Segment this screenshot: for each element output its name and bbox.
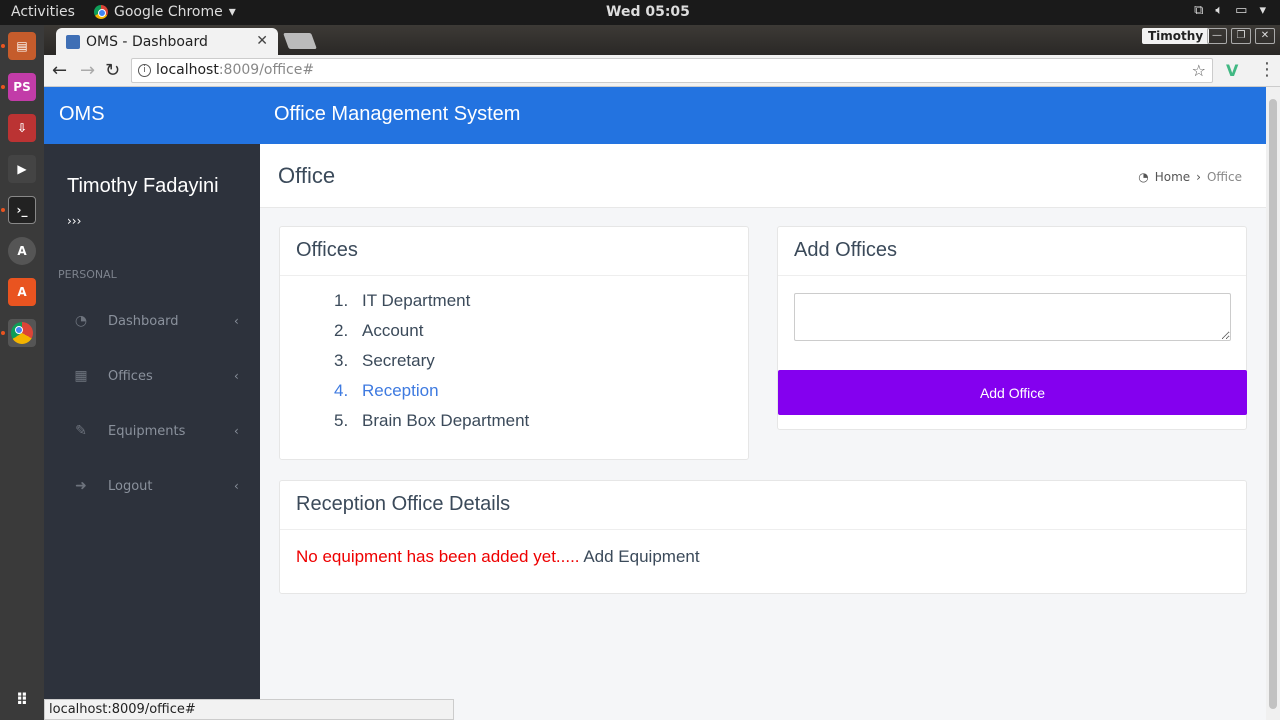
breadcrumb-home[interactable]: Home: [1155, 170, 1190, 184]
tab-strip: OMS - Dashboard ✕ Timothy — ❐ ✕: [44, 25, 1280, 55]
user-more-toggle[interactable]: ›››: [67, 214, 81, 228]
network-icon: ⧉: [1194, 3, 1204, 18]
scrollbar-thumb[interactable]: [1269, 99, 1277, 709]
activities-button[interactable]: Activities: [11, 4, 75, 20]
show-apps-icon[interactable]: ⠿: [8, 685, 36, 713]
dashboard-icon: ◔: [1138, 170, 1149, 184]
launcher-dock: ▤ PS ⇩ ▶ ›_ A A ⠿: [0, 25, 44, 720]
app-menu[interactable]: Google Chrome ▾: [94, 4, 236, 20]
sidebar: Timothy Fadayini ››› PERSONAL ◔ Dashboar…: [44, 144, 260, 720]
volume-icon: 🔈︎: [1215, 3, 1224, 18]
back-button[interactable]: ←: [52, 60, 67, 81]
profile-button[interactable]: Timothy: [1142, 28, 1210, 44]
sidebar-item-label: Dashboard: [108, 313, 179, 329]
tab-title: OMS - Dashboard: [86, 33, 208, 50]
add-offices-card-title: Add Offices: [778, 227, 1246, 276]
offices-card: Offices 1. IT Department 2. Account 3. Secr…: [279, 226, 749, 460]
tab-oms-dashboard[interactable]: OMS - Dashboard ✕: [56, 28, 278, 55]
minimize-button[interactable]: —: [1207, 28, 1227, 44]
system-top-bar: Activities Google Chrome ▾ Wed 05:05 ⧉ 🔈…: [0, 0, 1280, 25]
url-path: :8009/office#: [218, 62, 315, 78]
sidebar-item-offices[interactable]: ▦ Offices ‹: [44, 356, 260, 396]
add-office-button[interactable]: Add Office: [778, 370, 1247, 415]
url-host: localhost: [156, 62, 219, 78]
chevron-left-icon: ‹: [234, 314, 239, 328]
office-list: 1. IT Department 2. Account 3. Secretary 4.…: [334, 291, 529, 441]
brand-logo[interactable]: OMS: [59, 103, 105, 126]
wrench-icon: ✎: [75, 423, 87, 439]
chevron-left-icon: ‹: [234, 369, 239, 383]
office-item[interactable]: 3. Secretary: [334, 351, 529, 381]
software-center-icon[interactable]: A: [8, 278, 36, 306]
caret-down-icon: ▾: [1259, 3, 1266, 18]
browser-toolbar: ← → ↻ i localhost:8009/office# ☆ V ⋮: [44, 55, 1280, 87]
close-tab-icon[interactable]: ✕: [256, 33, 268, 49]
breadcrumb-current: Office: [1206, 170, 1242, 184]
caret-down-icon: ▾: [228, 4, 236, 20]
office-item[interactable]: 2. Account: [334, 321, 529, 351]
battery-icon: ▭: [1235, 3, 1248, 18]
details-message: No equipment has been added yet..... Add…: [296, 547, 700, 567]
page-header: Office ◔ Home › Office: [260, 144, 1266, 208]
phpstorm-icon[interactable]: PS: [8, 73, 36, 101]
favicon-icon: [66, 34, 80, 49]
bookmark-star-icon[interactable]: ☆: [1192, 59, 1206, 82]
breadcrumb: ◔ Home › Office: [1138, 170, 1242, 184]
office-item-active[interactable]: 4. Reception: [334, 381, 529, 411]
files-icon[interactable]: ▤: [8, 32, 36, 60]
office-item[interactable]: 5. Brain Box Department: [334, 411, 529, 441]
sidebar-item-logout[interactable]: ➜ Logout ‹: [44, 466, 260, 506]
app-title: Office Management System: [274, 103, 521, 125]
video-editor-icon[interactable]: ▶: [8, 155, 36, 183]
main-content: Office ◔ Home › Office Offices 1. IT Depa…: [260, 144, 1266, 720]
installer-icon[interactable]: ⇩: [8, 114, 36, 142]
offices-card-title: Offices: [280, 227, 748, 276]
address-bar[interactable]: i localhost:8009/office# ☆: [131, 58, 1213, 83]
clock[interactable]: Wed 05:05: [606, 4, 690, 20]
sidebar-item-label: Offices: [108, 368, 153, 384]
office-item[interactable]: 1. IT Department: [334, 291, 529, 321]
page-scrollbar[interactable]: [1266, 87, 1280, 720]
logout-icon: ➜: [75, 478, 87, 494]
page-title: Office: [278, 163, 336, 188]
maximize-button[interactable]: ❐: [1231, 28, 1251, 44]
android-studio-icon[interactable]: A: [8, 237, 36, 265]
chevron-left-icon: ‹: [234, 479, 239, 493]
user-name: Timothy Fadayini: [67, 175, 219, 197]
app-menu-label: Google Chrome: [114, 4, 223, 20]
breadcrumb-separator: ›: [1196, 170, 1201, 184]
add-offices-card: Add Offices Add Office: [777, 226, 1247, 430]
new-tab-button[interactable]: [283, 33, 317, 49]
office-name-input[interactable]: [794, 293, 1231, 341]
office-details-title: Reception Office Details: [280, 481, 1246, 530]
chrome-icon: [94, 5, 108, 19]
sidebar-item-equipments[interactable]: ✎ Equipments ‹: [44, 411, 260, 451]
close-window-button[interactable]: ✕: [1255, 28, 1275, 44]
system-tray[interactable]: ⧉ 🔈︎ ▭ ▾: [1194, 3, 1266, 18]
sidebar-item-dashboard[interactable]: ◔ Dashboard ‹: [44, 301, 260, 341]
reload-button[interactable]: ↻: [105, 60, 120, 81]
building-icon: ▦: [74, 368, 88, 384]
chrome-menu-icon[interactable]: ⋮: [1258, 59, 1276, 80]
chevron-left-icon: ‹: [234, 424, 239, 438]
sidebar-item-label: Equipments: [108, 423, 186, 439]
terminal-icon[interactable]: ›_: [8, 196, 36, 224]
sidebar-item-label: Logout: [108, 478, 153, 494]
sidebar-section-label: PERSONAL: [58, 268, 117, 281]
chrome-dock-icon[interactable]: [8, 319, 36, 347]
page-viewport: OMS Office Management System Timothy Fad…: [44, 87, 1266, 720]
add-equipment-link[interactable]: Add Equipment: [583, 547, 699, 566]
forward-button[interactable]: →: [80, 60, 95, 81]
vue-devtools-icon[interactable]: V: [1226, 61, 1238, 80]
office-details-card: Reception Office Details No equipment ha…: [279, 480, 1247, 594]
dashboard-icon: ◔: [74, 313, 88, 329]
app-header: OMS Office Management System: [44, 87, 1266, 144]
link-status-bar: localhost:8009/office#: [44, 699, 454, 720]
info-icon[interactable]: i: [138, 64, 151, 77]
empty-equipment-message: No equipment has been added yet.....: [296, 547, 580, 566]
